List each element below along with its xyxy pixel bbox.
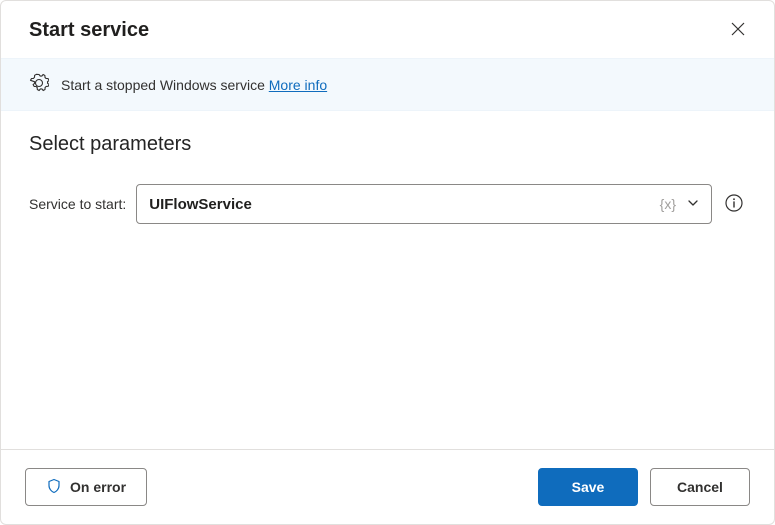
- dialog-footer: On error Save Cancel: [1, 449, 774, 524]
- footer-actions: Save Cancel: [538, 468, 750, 506]
- close-button[interactable]: [726, 17, 750, 44]
- dialog-title: Start service: [29, 19, 149, 42]
- section-title: Select parameters: [29, 133, 746, 156]
- save-button[interactable]: Save: [538, 468, 638, 506]
- service-info-button[interactable]: [722, 191, 746, 218]
- service-to-start-label: Service to start:: [29, 196, 126, 212]
- service-to-start-row: Service to start: {x}: [29, 184, 746, 224]
- service-dropdown-toggle[interactable]: [682, 192, 704, 217]
- info-banner: Start a stopped Windows service More inf…: [1, 58, 774, 111]
- close-icon: [730, 21, 746, 40]
- info-icon: [724, 193, 744, 216]
- on-error-button[interactable]: On error: [25, 468, 147, 506]
- dialog-content: Select parameters Service to start: {x}: [1, 111, 774, 449]
- gear-icon: [29, 73, 49, 96]
- service-to-start-input[interactable]: [136, 184, 712, 224]
- dialog-header: Start service: [1, 1, 774, 58]
- shield-icon: [46, 478, 62, 497]
- service-combo: {x}: [136, 184, 712, 224]
- start-service-dialog: Start service Start a stopped Windows se…: [0, 0, 775, 525]
- on-error-label: On error: [70, 479, 126, 495]
- banner-description: Start a stopped Windows service: [61, 77, 265, 93]
- chevron-down-icon: [686, 196, 700, 213]
- banner-text: Start a stopped Windows service More inf…: [61, 77, 327, 93]
- more-info-link[interactable]: More info: [269, 77, 327, 93]
- cancel-button[interactable]: Cancel: [650, 468, 750, 506]
